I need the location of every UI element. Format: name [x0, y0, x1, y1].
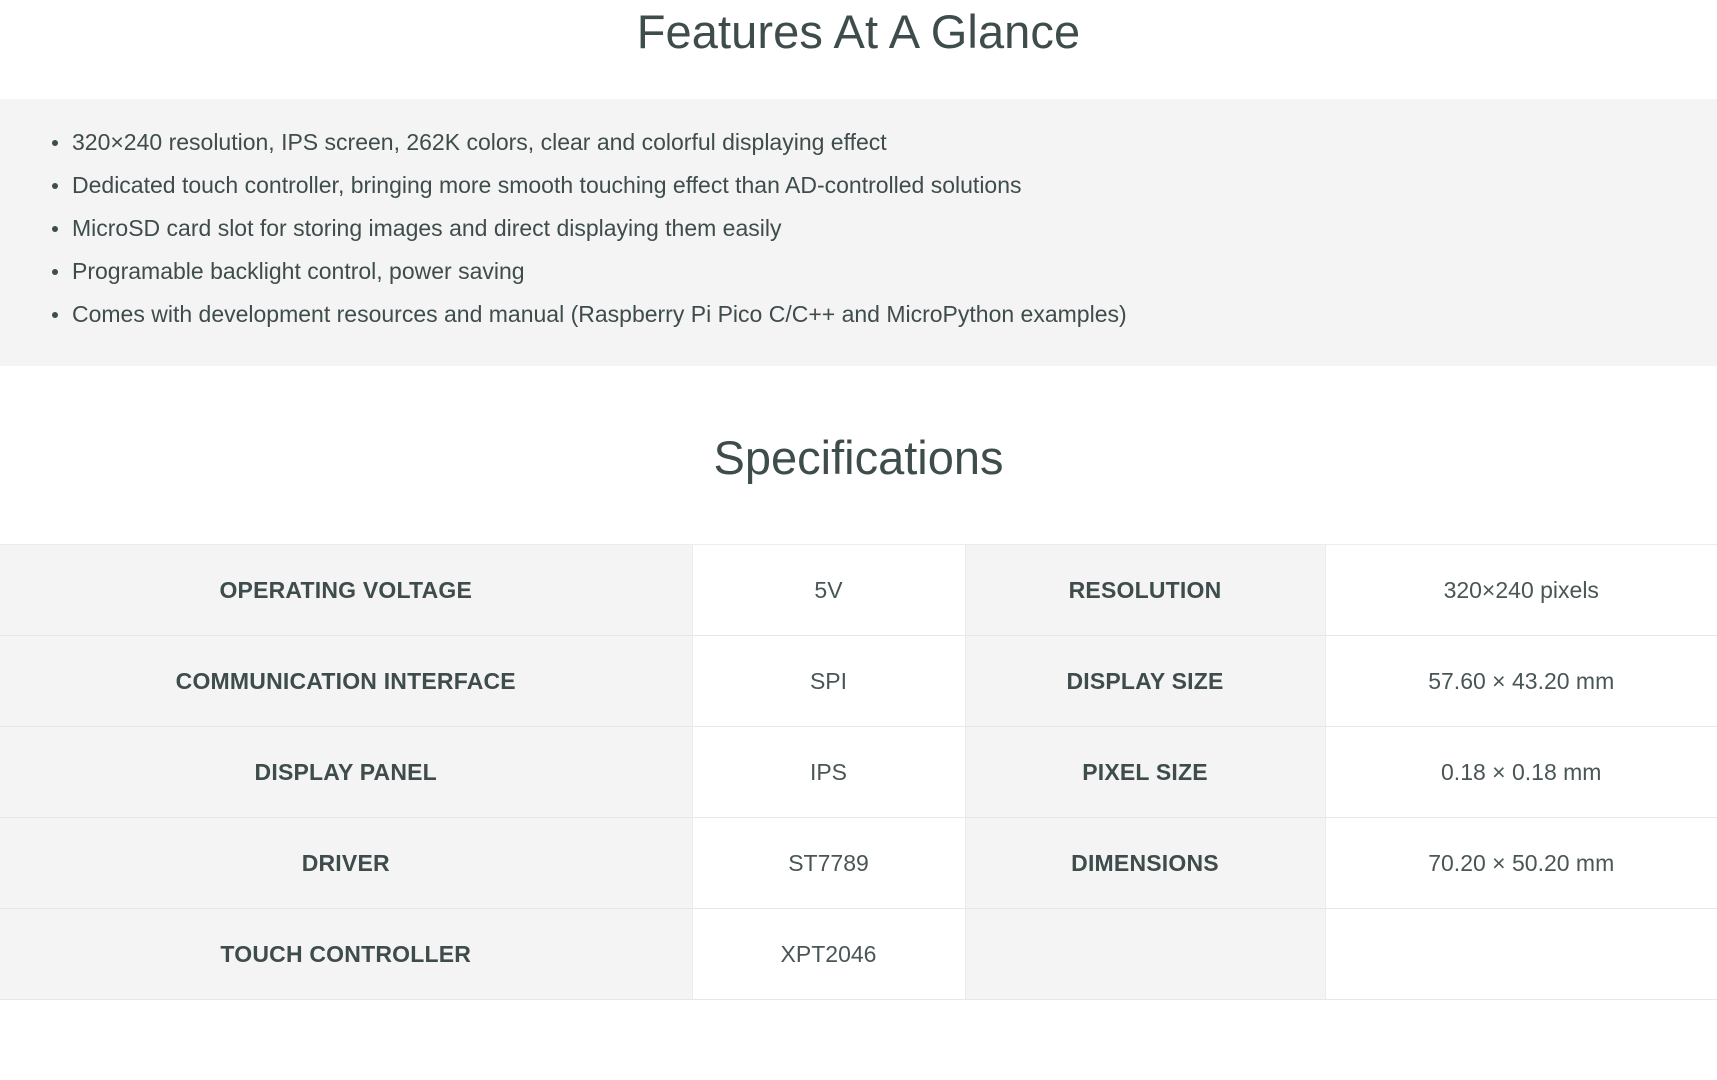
spec-label: DRIVER	[0, 817, 693, 909]
bullet-icon	[52, 182, 58, 189]
spec-label: DISPLAY PANEL	[0, 726, 693, 818]
feature-text: Comes with development resources and man…	[72, 301, 1127, 327]
features-list: 320×240 resolution, IPS screen, 262K col…	[0, 121, 1717, 336]
feature-text: 320×240 resolution, IPS screen, 262K col…	[72, 129, 887, 155]
bullet-icon	[52, 139, 58, 146]
spec-label: DIMENSIONS	[965, 817, 1326, 909]
spec-value: 320×240 pixels	[1325, 544, 1717, 636]
spec-label: OPERATING VOLTAGE	[0, 544, 693, 636]
spec-value: IPS	[692, 726, 966, 818]
spec-label: DISPLAY SIZE	[965, 635, 1326, 727]
spec-label: COMMUNICATION INTERFACE	[0, 635, 693, 727]
spec-value	[1325, 908, 1717, 1000]
bullet-icon	[52, 311, 58, 318]
spec-value: 0.18 × 0.18 mm	[1325, 726, 1717, 818]
table-row: DISPLAY PANEL IPS PIXEL SIZE 0.18 × 0.18…	[0, 726, 1717, 818]
table-row: OPERATING VOLTAGE 5V RESOLUTION 320×240 …	[0, 544, 1717, 636]
spec-value: 5V	[692, 544, 966, 636]
bullet-icon	[52, 225, 58, 232]
spec-value: XPT2046	[692, 908, 966, 1000]
spec-value: SPI	[692, 635, 966, 727]
list-item: MicroSD card slot for storing images and…	[52, 207, 1717, 250]
spec-label: PIXEL SIZE	[965, 726, 1326, 818]
list-item: Programable backlight control, power sav…	[52, 250, 1717, 293]
spec-value: 70.20 × 50.20 mm	[1325, 817, 1717, 909]
table-row: COMMUNICATION INTERFACE SPI DISPLAY SIZE…	[0, 635, 1717, 727]
feature-text: Programable backlight control, power sav…	[72, 258, 525, 284]
specifications-table-wrapper: OPERATING VOLTAGE 5V RESOLUTION 320×240 …	[0, 544, 1717, 1000]
specifications-heading: Specifications	[713, 431, 1004, 484]
features-section: Features At A Glance 320×240 resolution,…	[0, 0, 1717, 366]
bullet-icon	[52, 268, 58, 275]
features-panel: 320×240 resolution, IPS screen, 262K col…	[0, 99, 1717, 366]
specifications-section: Specifications OPERATING VOLTAGE 5V RESO…	[0, 366, 1717, 1000]
table-row: DRIVER ST7789 DIMENSIONS 70.20 × 50.20 m…	[0, 817, 1717, 909]
spec-label: RESOLUTION	[965, 544, 1326, 636]
features-heading: Features At A Glance	[636, 5, 1081, 58]
feature-text: Dedicated touch controller, bringing mor…	[72, 172, 1022, 198]
spec-label: TOUCH CONTROLLER	[0, 908, 693, 1000]
spec-label	[965, 908, 1326, 1000]
table-row: TOUCH CONTROLLER XPT2046	[0, 908, 1717, 1000]
feature-text: MicroSD card slot for storing images and…	[72, 215, 782, 241]
spec-value: ST7789	[692, 817, 966, 909]
list-item: Dedicated touch controller, bringing mor…	[52, 164, 1717, 207]
specifications-table: OPERATING VOLTAGE 5V RESOLUTION 320×240 …	[0, 544, 1717, 1000]
list-item: Comes with development resources and man…	[52, 293, 1717, 336]
spec-value: 57.60 × 43.20 mm	[1325, 635, 1717, 727]
list-item: 320×240 resolution, IPS screen, 262K col…	[52, 121, 1717, 164]
page-root: Features At A Glance 320×240 resolution,…	[0, 0, 1717, 1000]
